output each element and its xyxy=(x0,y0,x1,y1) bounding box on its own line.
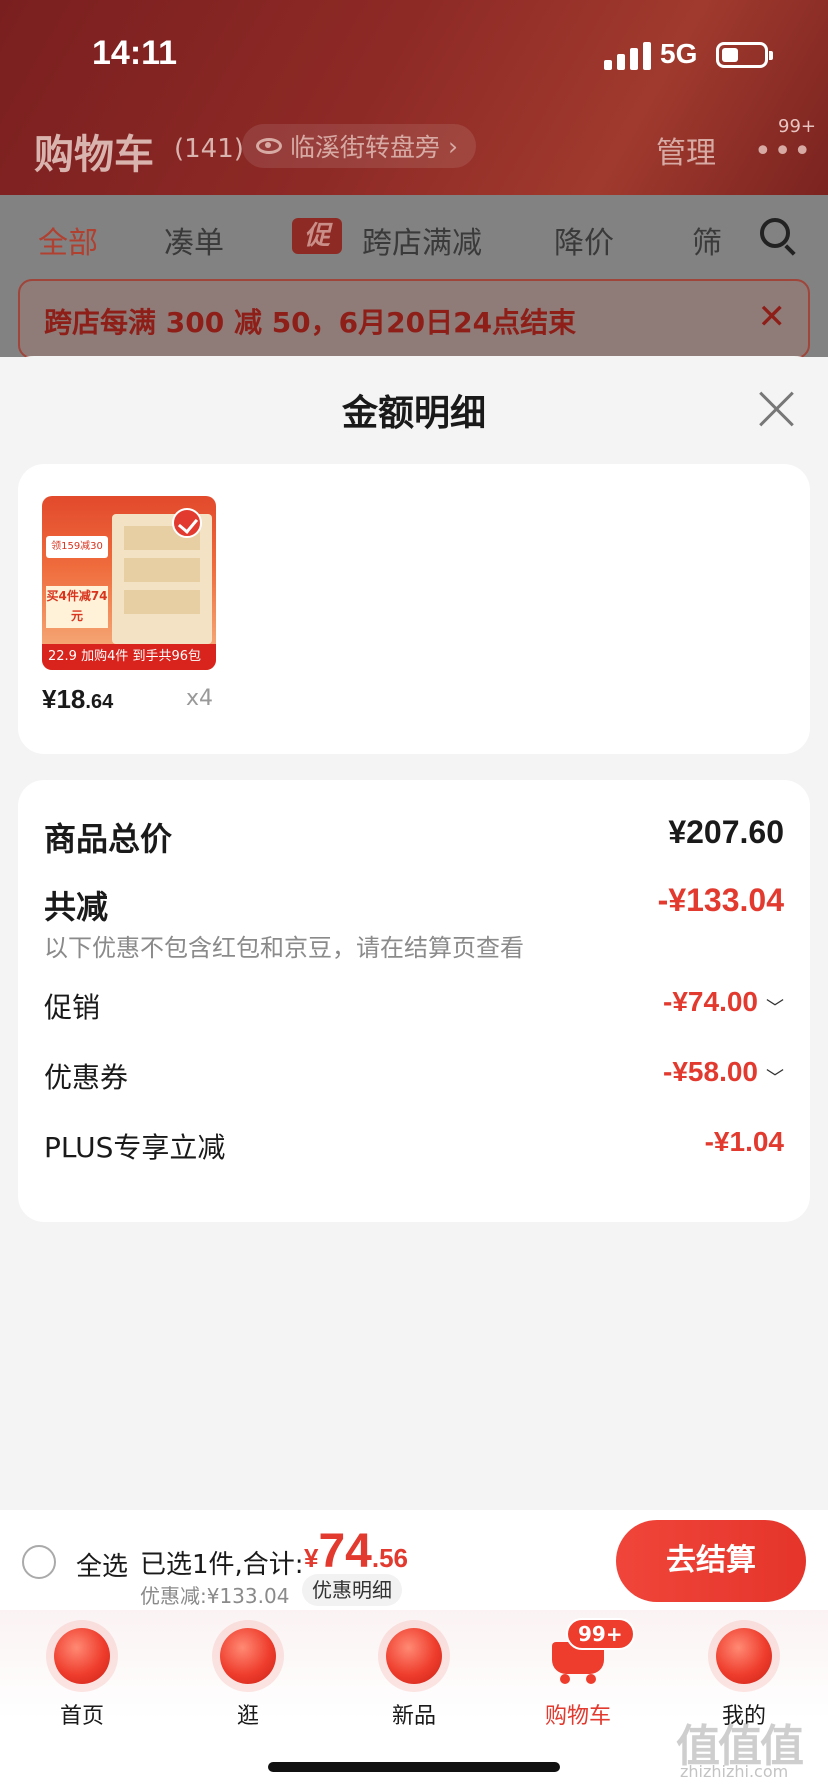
tab-browse[interactable]: 逛 xyxy=(188,1628,308,1730)
signal-icon xyxy=(604,40,651,70)
tab-new[interactable]: 新品 xyxy=(354,1628,474,1730)
home-indicator xyxy=(268,1762,560,1772)
plus-amount: -¥1.04 xyxy=(704,1126,784,1157)
product-card: 领159减30 买4件减74元 22.9 加购4件 到手共96包 ¥18.64 … xyxy=(18,464,810,754)
location-pill[interactable]: 临溪街转盘旁 › xyxy=(242,124,477,168)
reduce-row: 共减 -¥133.04 xyxy=(44,882,784,928)
cart-count: (141) xyxy=(174,134,244,164)
product-thumbnail[interactable]: 领159减30 买4件减74元 22.9 加购4件 到手共96包 xyxy=(42,496,216,670)
amount-summary-card: 商品总价 ¥207.60 共减 -¥133.04 以下优惠不包含红包和京豆，请在… xyxy=(18,780,810,1222)
quantity: x4 xyxy=(186,686,214,711)
tab-filter[interactable]: 筛 xyxy=(692,218,722,262)
more-icon[interactable]: ••• xyxy=(754,134,813,169)
total-label: 商品总价 xyxy=(44,820,173,858)
reduce-amount: -¥133.04 xyxy=(657,882,784,918)
promo-badge: 促 xyxy=(292,218,342,254)
page-title: 购物车 xyxy=(34,132,154,178)
tab-cross-store[interactable]: 跨店满减 xyxy=(362,218,482,262)
discount-summary: 优惠减:¥133.04 xyxy=(140,1584,290,1608)
cart-badge: 99+ xyxy=(566,1618,635,1650)
plus-label: PLUS专享立减 xyxy=(44,1131,226,1164)
browse-icon xyxy=(220,1628,276,1684)
new-icon xyxy=(386,1628,442,1684)
promo-row[interactable]: 促销 -¥74.00 ﹀ xyxy=(44,986,784,1026)
close-icon[interactable] xyxy=(756,388,796,428)
check-icon xyxy=(172,508,202,538)
eye-icon xyxy=(256,138,282,154)
location-label: 临溪街转盘旁 xyxy=(290,133,441,162)
sheet-title: 金额明细 xyxy=(341,393,486,434)
checkout-bar: 全选 已选1件,合计: ¥74.56 优惠减:¥133.04 优惠明细 去结算 xyxy=(0,1510,828,1610)
select-all-radio[interactable] xyxy=(22,1545,56,1579)
home-icon xyxy=(54,1628,110,1684)
status-bar: 14:11 5G xyxy=(0,0,828,110)
status-time: 14:11 xyxy=(92,34,178,72)
total-price: ¥74.56 xyxy=(304,1525,409,1578)
promo-notice: 跨店每满 300 减 50，6月20日24点结束 ✕ xyxy=(18,279,810,359)
notice-text: 跨店每满 300 减 50，6月20日24点结束 xyxy=(44,306,577,339)
search-icon[interactable] xyxy=(760,218,790,248)
thumb-coupon-tag: 领159减30 xyxy=(46,536,108,558)
reduce-note: 以下优惠不包含红包和京豆，请在结算页查看 xyxy=(44,934,524,962)
chevron-down-icon[interactable]: ﹀ xyxy=(766,1064,784,1090)
tab-all[interactable]: 全部 xyxy=(38,218,98,262)
unit-price: ¥18.64 xyxy=(42,684,114,714)
watermark-url: zhizhizhi.com xyxy=(680,1762,789,1781)
plus-row: PLUS专享立减 -¥1.04 xyxy=(44,1126,784,1166)
coupon-amount: -¥58.00 xyxy=(663,1056,758,1087)
battery-icon xyxy=(716,42,773,68)
promo-label: 促销 xyxy=(44,991,101,1024)
tab-bundle[interactable]: 凑单 xyxy=(164,218,224,262)
total-row: 商品总价 ¥207.60 xyxy=(44,814,784,860)
profile-icon xyxy=(716,1628,772,1684)
tab-home[interactable]: 首页 xyxy=(22,1628,142,1730)
close-icon[interactable]: ✕ xyxy=(758,297,787,337)
coupon-row[interactable]: 优惠券 -¥58.00 ﹀ xyxy=(44,1056,784,1096)
chevron-down-icon[interactable]: ﹀ xyxy=(766,994,784,1020)
chevron-right-icon: › xyxy=(448,131,459,161)
total-amount: ¥207.60 xyxy=(668,814,784,850)
selected-summary: 已选1件,合计: xyxy=(140,1550,304,1580)
manage-button[interactable]: 管理 xyxy=(656,128,716,172)
select-all-label[interactable]: 全选 xyxy=(76,1546,128,1583)
amount-detail-sheet: 金额明细 领159减30 买4件减74元 22.9 加购4件 到手共96包 ¥1… xyxy=(0,356,828,1510)
promo-amount: -¥74.00 xyxy=(663,986,758,1017)
checkout-button[interactable]: 去结算 xyxy=(616,1520,806,1602)
discount-detail-link[interactable]: 优惠明细 xyxy=(302,1574,402,1606)
tab-price-drop[interactable]: 降价 xyxy=(554,218,614,262)
network-type: 5G xyxy=(660,38,698,69)
coupon-label: 优惠券 xyxy=(44,1061,129,1094)
thumb-price-tag: 22.9 加购4件 到手共96包 xyxy=(42,644,216,670)
reduce-label: 共减 xyxy=(44,888,109,926)
thumb-promo-tag: 买4件减74元 xyxy=(46,586,108,628)
